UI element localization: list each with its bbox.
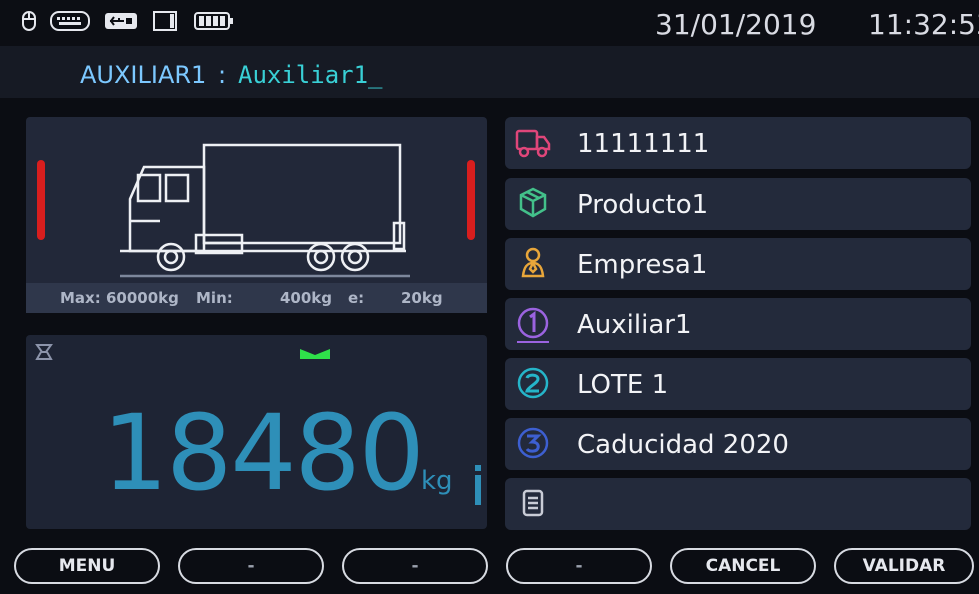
lote-text: LOTE 1 <box>577 370 669 400</box>
max-capacity-label: Max: 60000kg <box>60 289 179 307</box>
usb-icon <box>104 10 138 32</box>
weight-unit: kg <box>421 466 453 496</box>
status-icons <box>22 10 234 32</box>
list-item-product[interactable]: Producto1 <box>505 178 971 230</box>
list-item-notes[interactable] <box>505 478 971 530</box>
min-value: 400kg <box>280 289 333 307</box>
left-sensor-bar <box>37 160 45 240</box>
caducidad-text: Caducidad 2020 <box>577 430 789 460</box>
softkey-2-button[interactable]: - <box>178 548 324 584</box>
status-bar: 31/01/2019 11:32:53 <box>0 0 979 46</box>
time-display: 11:32:53 <box>868 8 979 41</box>
sd-card-icon <box>152 10 180 32</box>
truck-plate-text: 11111111 <box>577 129 710 159</box>
product-text: Producto1 <box>577 190 709 220</box>
field-input-value[interactable]: Auxiliar1_ <box>238 61 383 89</box>
mouse-icon <box>22 11 36 31</box>
division-label: e: <box>348 289 365 307</box>
product-box-icon <box>515 186 551 224</box>
min-label: Min: <box>196 289 233 307</box>
validar-button[interactable]: VALIDAR <box>834 548 974 584</box>
number-1-icon <box>515 306 551 348</box>
battery-icon <box>194 10 234 32</box>
scale-limits: Max: 60000kg Min: 400kg e: 20kg <box>26 283 487 313</box>
number-3-icon <box>515 426 551 464</box>
notes-icon <box>515 486 551 524</box>
list-item-caducidad[interactable]: Caducidad 2020 <box>505 418 971 470</box>
softkey-4-button[interactable]: - <box>506 548 652 584</box>
number-2-icon <box>515 366 551 404</box>
cancel-button[interactable]: CANCEL <box>670 548 816 584</box>
field-label: AUXILIAR1 <box>80 61 207 89</box>
weight-reading: 18480 <box>102 392 425 514</box>
date-display: 31/01/2019 <box>655 8 817 41</box>
stable-indicator-icon <box>300 346 330 365</box>
menu-button[interactable]: MENU <box>14 548 160 584</box>
keyboard-icon <box>50 10 90 32</box>
scale-icon <box>34 343 54 365</box>
softkey-3-button[interactable]: - <box>342 548 488 584</box>
list-item-company[interactable]: Empresa1 <box>505 238 971 290</box>
list-item-auxiliar1[interactable]: Auxiliar1 <box>505 298 971 350</box>
list-item-truck-plate[interactable]: 11111111 <box>505 117 971 169</box>
right-sensor-bar <box>467 160 475 240</box>
list-item-lote[interactable]: LOTE 1 <box>505 358 971 410</box>
company-text: Empresa1 <box>577 250 708 280</box>
division-value: 20kg <box>401 289 443 307</box>
info-bar-indicator <box>475 465 481 505</box>
field-separator: : <box>218 61 227 89</box>
company-person-icon <box>515 246 551 284</box>
truck-drawing-icon <box>114 139 414 283</box>
auxiliar1-text: Auxiliar1 <box>577 310 692 340</box>
truck-icon <box>515 125 551 163</box>
